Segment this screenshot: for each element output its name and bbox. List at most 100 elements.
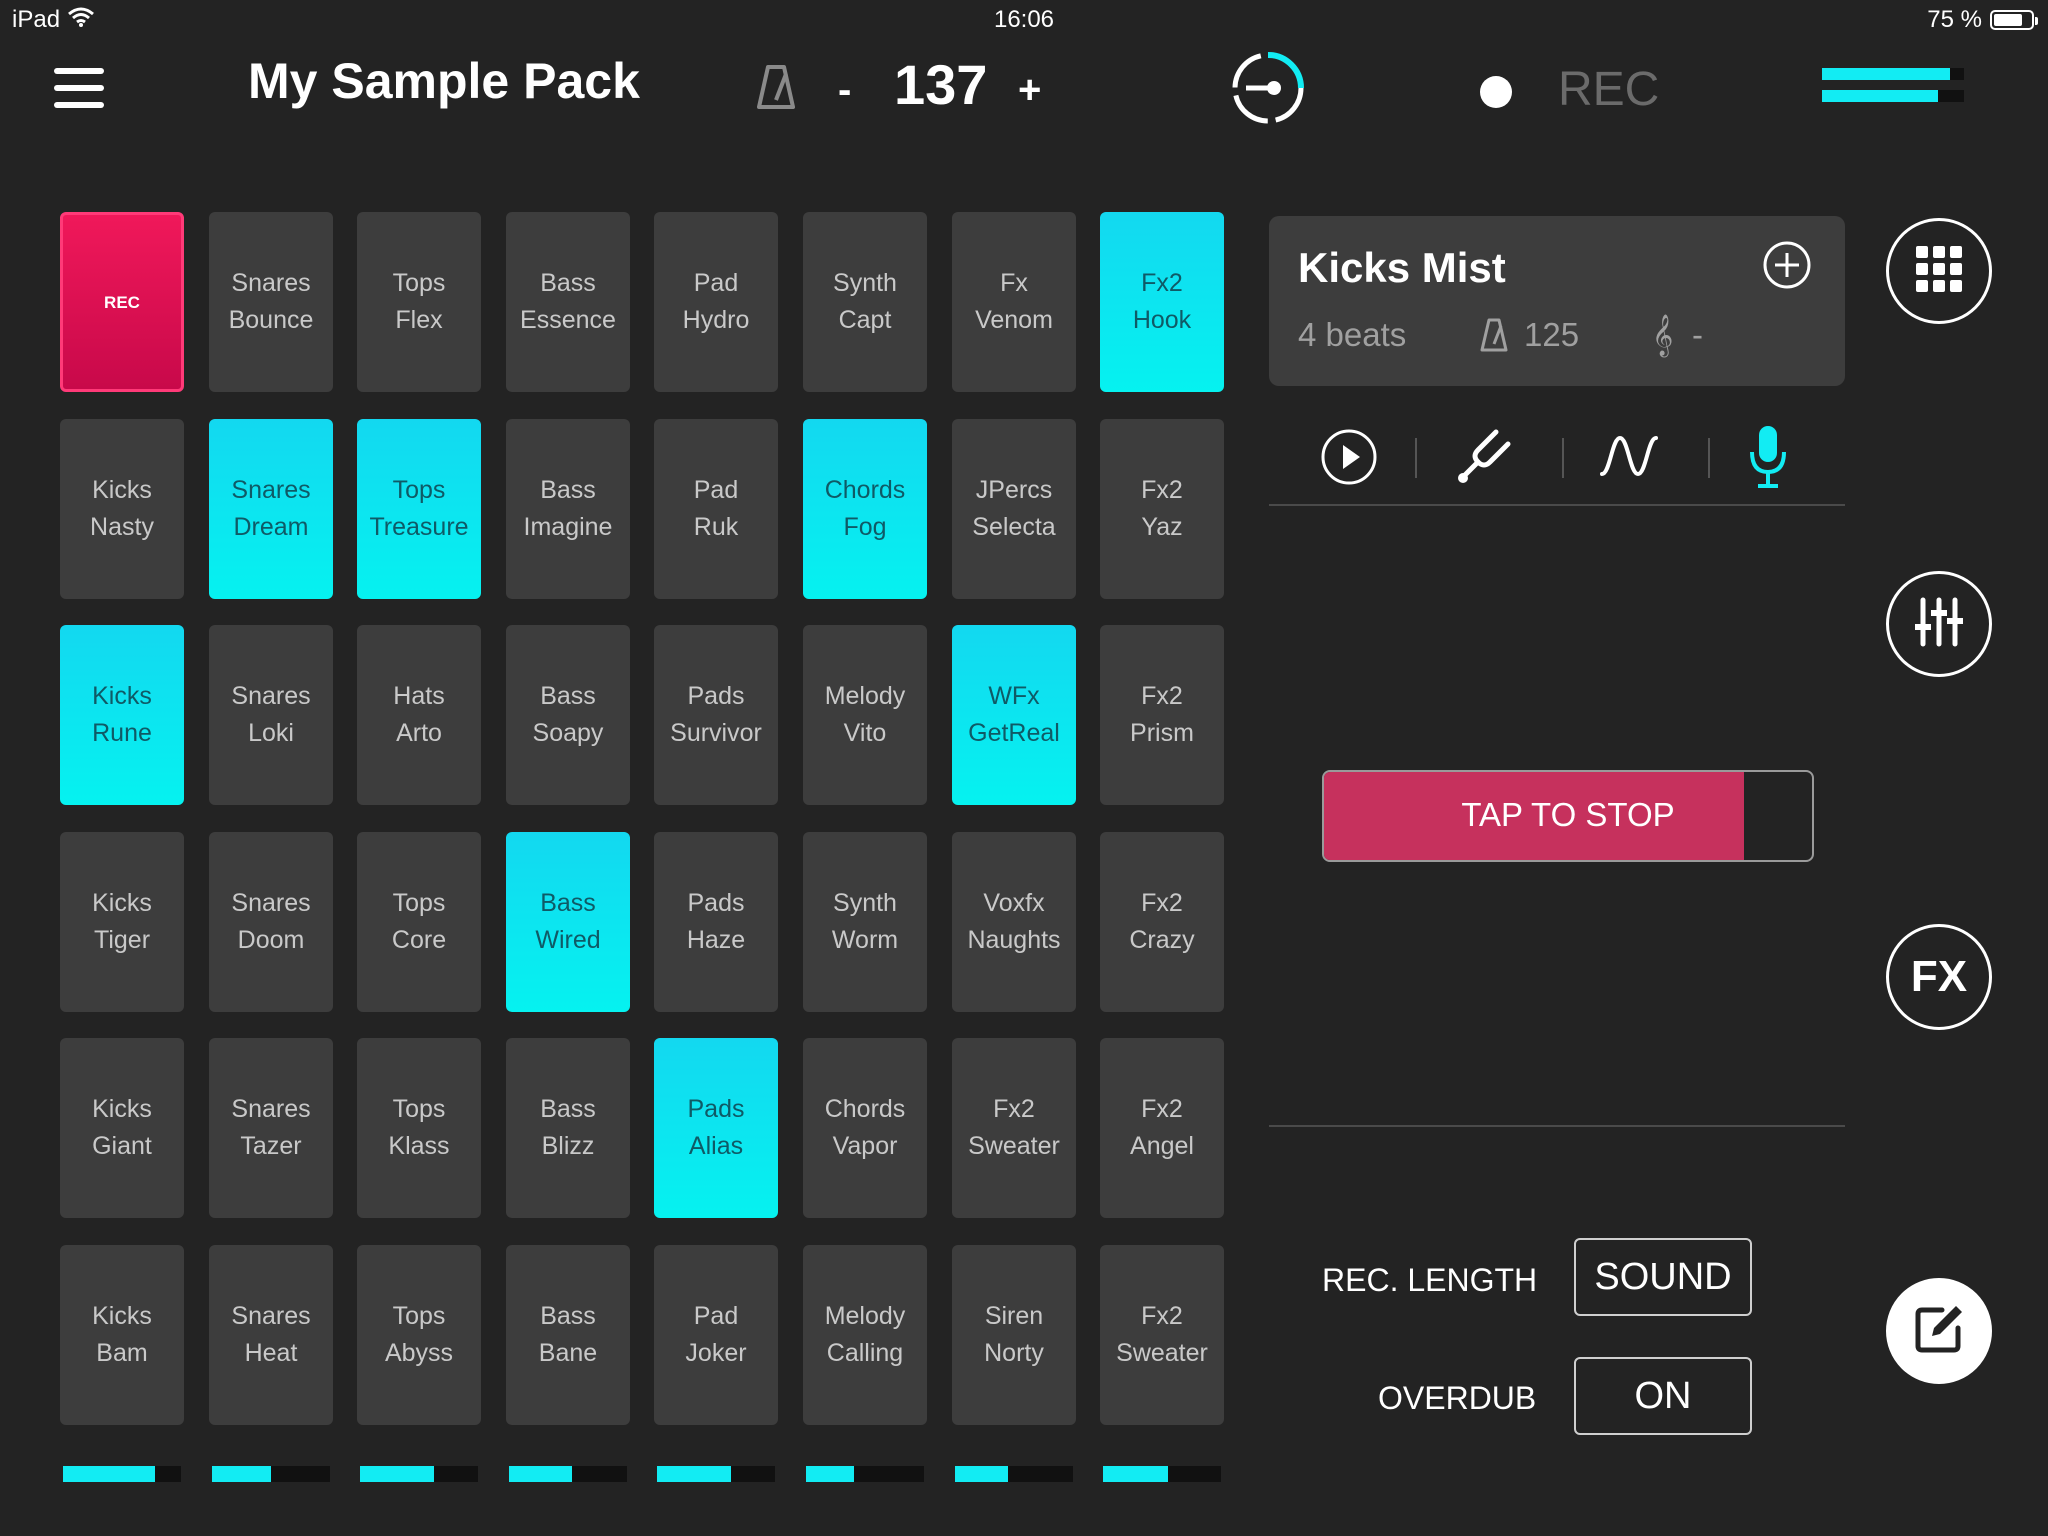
sample-pad[interactable]: Tops Klass [357, 1038, 481, 1218]
rec-label[interactable]: REC [1558, 62, 1659, 117]
tempo-decrease-button[interactable]: - [838, 68, 851, 113]
sample-pad[interactable]: Snares Loki [209, 625, 333, 805]
sample-pad[interactable]: Fx2 Sweater [1100, 1245, 1224, 1425]
pad-label-top: Tops [392, 1302, 446, 1330]
pad-label-bottom: Selecta [972, 513, 1056, 541]
tempo-increase-button[interactable]: + [1018, 68, 1041, 113]
sample-pad[interactable]: Siren Norty [952, 1245, 1076, 1425]
edit-button[interactable] [1886, 1278, 1992, 1384]
pad-label-top: Fx [1000, 269, 1028, 297]
sample-pad[interactable]: Fx Venom [952, 212, 1076, 392]
sample-pad[interactable]: Fx2 Hook [1100, 212, 1224, 392]
sample-pad[interactable]: Kicks Giant [60, 1038, 184, 1218]
pad-label-bottom: Bam [96, 1339, 148, 1367]
sync-icon[interactable] [1230, 50, 1306, 126]
sample-info-panel [1269, 216, 1845, 386]
tab-separator [1708, 438, 1710, 478]
pad-label-top: Bass [540, 269, 596, 297]
fx-button[interactable]: FX [1886, 924, 1992, 1030]
pad-label-bottom: Bounce [228, 306, 314, 334]
pad-label-top: Snares [231, 889, 311, 917]
pad-label-top: Bass [540, 889, 596, 917]
pad-label-bottom: Worm [831, 926, 899, 954]
sample-pad[interactable]: WFx GetReal [952, 625, 1076, 805]
tap-to-stop-label: TAP TO STOP [1461, 796, 1675, 833]
hamburger-menu-icon[interactable] [52, 66, 108, 112]
metronome-icon[interactable] [756, 64, 796, 110]
sample-pad[interactable]: Melody Vito [803, 625, 927, 805]
sample-pad[interactable]: Pads Haze [654, 832, 778, 1012]
sample-pad[interactable]: Kicks Nasty [60, 419, 184, 599]
sample-pad[interactable]: Tops Abyss [357, 1245, 481, 1425]
tap-to-stop-button[interactable]: TAP TO STOP [1322, 770, 1814, 862]
record-button[interactable] [1480, 76, 1512, 108]
add-icon[interactable] [1762, 240, 1812, 290]
tuning-fork-icon[interactable] [1456, 426, 1518, 488]
pad-label-top: Pads [687, 682, 745, 710]
rec-pad[interactable]: REC [60, 212, 184, 392]
sample-pad[interactable]: Bass Imagine [506, 419, 630, 599]
sample-pad[interactable]: Voxfx Naughts [952, 832, 1076, 1012]
sample-pad[interactable]: Snares Doom [209, 832, 333, 1012]
pad-label-bottom: GetReal [968, 719, 1060, 747]
sample-pad[interactable]: Snares Dream [209, 419, 333, 599]
sample-pad[interactable]: Snares Bounce [209, 212, 333, 392]
overdub-toggle[interactable]: ON [1574, 1357, 1752, 1435]
metronome-icon [1480, 318, 1508, 352]
sample-pad[interactable]: Pads Survivor [654, 625, 778, 805]
pad-label-bottom: Arto [396, 719, 442, 747]
pad-label-top: Chords [824, 1095, 906, 1123]
sample-pad[interactable]: Chords Vapor [803, 1038, 927, 1218]
pad-label-bottom: Giant [92, 1132, 152, 1160]
sample-pad[interactable]: JPercs Selecta [952, 419, 1076, 599]
microphone-icon[interactable] [1748, 424, 1788, 490]
sample-pad[interactable]: Pad Hydro [654, 212, 778, 392]
sample-pad[interactable]: Pad Joker [654, 1245, 778, 1425]
sample-pad[interactable]: Tops Treasure [357, 419, 481, 599]
sample-pad[interactable]: Snares Heat [209, 1245, 333, 1425]
pad-label-bottom: Abyss [384, 1339, 454, 1367]
sample-pad[interactable]: Fx2 Sweater [952, 1038, 1076, 1218]
pad-label-top: Bass [540, 1095, 596, 1123]
sample-pad[interactable]: Kicks Bam [60, 1245, 184, 1425]
pad-label-bottom: Venom [975, 306, 1053, 334]
sample-pad[interactable]: Pads Alias [654, 1038, 778, 1218]
pad-label-top: Hats [393, 682, 445, 710]
rec-length-label: REC. LENGTH [1322, 1262, 1538, 1298]
pad-label-top: Fx2 [1141, 889, 1183, 917]
sample-pad[interactable]: Bass Bane [506, 1245, 630, 1425]
waveform-icon[interactable] [1598, 430, 1660, 482]
sample-pad[interactable]: Bass Soapy [506, 625, 630, 805]
sample-pad[interactable]: Fx2 Angel [1100, 1038, 1224, 1218]
column-level-meter [212, 1466, 330, 1482]
pad-label-bottom: Heat [244, 1339, 298, 1367]
sample-pad[interactable]: Snares Tazer [209, 1038, 333, 1218]
pad-label-bottom: Haze [686, 926, 746, 954]
sample-pad[interactable]: Bass Essence [506, 212, 630, 392]
sample-pad[interactable]: Fx2 Crazy [1100, 832, 1224, 1012]
sample-pad[interactable]: Tops Flex [357, 212, 481, 392]
pad-label-top: Tops [392, 269, 446, 297]
pad-label-top: Pads [687, 1095, 745, 1123]
sample-pad[interactable]: Bass Wired [506, 832, 630, 1012]
play-icon[interactable] [1320, 428, 1378, 486]
pad-label-top: Pad [693, 476, 739, 504]
sample-pad[interactable]: Fx2 Yaz [1100, 419, 1224, 599]
mixer-button[interactable] [1886, 571, 1992, 677]
sample-pad[interactable]: Pad Ruk [654, 419, 778, 599]
sample-pad[interactable]: Melody Calling [803, 1245, 927, 1425]
pad-label-top: Fx2 [1141, 1095, 1183, 1123]
sample-pad[interactable]: Synth Capt [803, 212, 927, 392]
sample-pad[interactable]: Chords Fog [803, 419, 927, 599]
pad-label-top: Pads [687, 889, 745, 917]
sample-pad[interactable]: Hats Arto [357, 625, 481, 805]
grid-view-button[interactable] [1886, 218, 1992, 324]
sample-pad[interactable]: Bass Blizz [506, 1038, 630, 1218]
sample-pad[interactable]: Synth Worm [803, 832, 927, 1012]
pad-label-top: Pad [693, 269, 739, 297]
sample-pad[interactable]: Kicks Rune [60, 625, 184, 805]
sample-pad[interactable]: Fx2 Prism [1100, 625, 1224, 805]
rec-length-selector[interactable]: SOUND [1574, 1238, 1752, 1316]
sample-pad[interactable]: Tops Core [357, 832, 481, 1012]
sample-pad[interactable]: Kicks Tiger [60, 832, 184, 1012]
